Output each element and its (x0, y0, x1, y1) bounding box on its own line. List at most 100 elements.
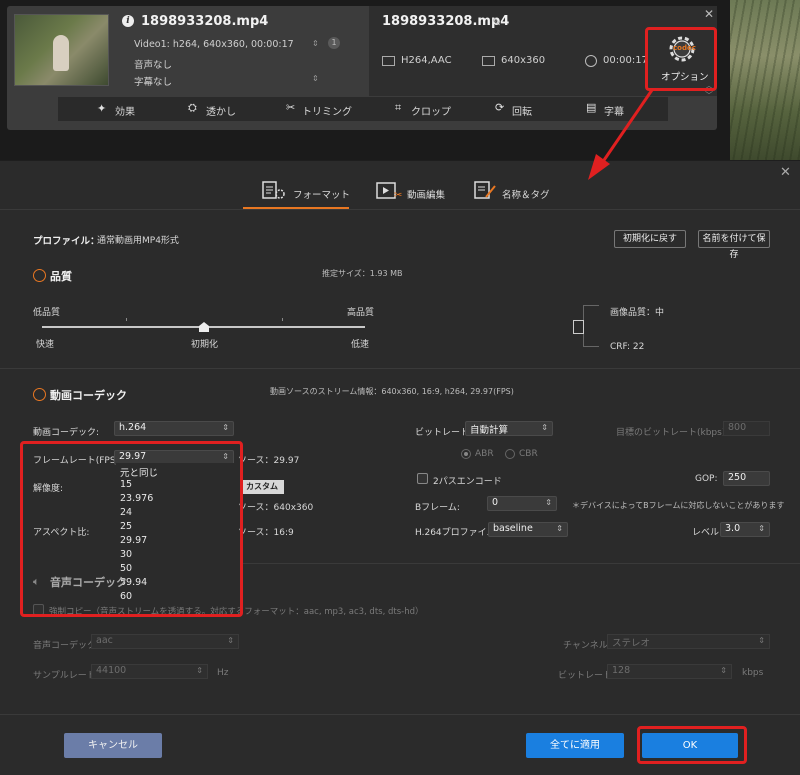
chevron-updown-icon: ⇕ (758, 636, 765, 645)
low-quality-label: 低品質 (33, 308, 61, 318)
level-select[interactable]: 3.0 ⇕ (720, 522, 770, 537)
target-bitrate-value: 800 (728, 422, 747, 433)
quality-title: 品質 (50, 270, 72, 283)
output-filename: 1898933208.mp4 (382, 14, 510, 29)
watermark-icon[interactable]: ⛭ (188, 101, 197, 115)
video-codec-label: 動画コーデック: (33, 428, 100, 438)
audio-bitrate-unit: kbps (742, 668, 764, 678)
toolbar-crop[interactable]: クロップ (411, 103, 451, 118)
chevron-updown-icon: ⇕ (196, 666, 203, 675)
video-codec-select[interactable]: h.264 ⇕ (114, 421, 234, 436)
track-count-badge: 1 (328, 37, 340, 49)
channel-label: チャンネル: (563, 641, 611, 651)
options-button-highlight[interactable] (645, 27, 717, 91)
target-bitrate-input[interactable]: 800 (723, 421, 770, 436)
audio-codec-value: aac (96, 635, 113, 646)
bframe-label: Bフレーム: (415, 503, 460, 513)
rotate-icon[interactable]: ⟳ (495, 101, 504, 114)
tab-video-edit[interactable]: 動画編集 (407, 187, 445, 201)
magic-wand-icon[interactable]: ✦ (97, 102, 106, 115)
cbr-label: CBR (519, 449, 538, 459)
annotation-arrow (588, 89, 654, 180)
chevron-updown-icon: ⇕ (758, 524, 765, 533)
aspect-source: ソース：16:9 (238, 528, 294, 538)
subtitle-track-info[interactable]: 字幕なし (134, 74, 172, 88)
source-filename: 1898933208.mp4 (141, 14, 269, 29)
chevron-updown-icon: ⇕ (541, 423, 548, 432)
chevron-updown-icon: ⇕ (222, 423, 229, 432)
quality-bracket (583, 305, 599, 347)
apply-all-button[interactable]: 全てに適用 (526, 733, 624, 758)
format-icon (262, 181, 286, 200)
tab-name-tags[interactable]: 名称＆タグ (502, 187, 550, 201)
chevron-updown-icon: ⇕ (545, 498, 552, 507)
video-codec-play-icon (33, 388, 46, 401)
h264-profile-label: H.264プロファイル: (415, 528, 499, 538)
audio-track-info: 音声なし (134, 60, 173, 71)
cancel-button[interactable]: キャンセル (64, 733, 162, 758)
profile-value: 通常動画用MP4形式 (97, 236, 179, 246)
video-thumbnail[interactable] (14, 14, 109, 86)
bframe-stepper[interactable]: 0 ⇕ (487, 496, 557, 511)
subtitle-stepper-icon[interactable]: ⇕ (312, 74, 319, 83)
video-track-info[interactable]: Video1: h264, 640x360, 00:00:17 (134, 39, 294, 50)
channel-value: ステレオ (612, 638, 651, 649)
footer-divider (0, 714, 800, 715)
target-bitrate-label: 目標のビットレート(kbps): (616, 428, 729, 438)
tab-format[interactable]: フォーマット (293, 187, 350, 201)
samplerate-select[interactable]: 44100 ⇕ (91, 664, 208, 679)
profile-label: プロファイル： (33, 236, 100, 247)
abr-radio[interactable] (461, 449, 471, 459)
custom-resolution-button[interactable]: カスタム (240, 480, 284, 494)
crf-value: CRF: 22 (610, 342, 645, 352)
h264-profile-select[interactable]: baseline ⇕ (488, 522, 568, 537)
audio-bitrate-value: 128 (612, 665, 631, 676)
chevron-updown-icon: ⇕ (556, 524, 563, 533)
edit-name-icon[interactable]: ✎ (492, 16, 501, 29)
audio-codec-label: 音声コーデック: (33, 641, 100, 651)
abr-label: ABR (475, 449, 494, 459)
video-format-icon (382, 56, 395, 66)
info-icon[interactable]: i (122, 15, 134, 27)
video-edit-icon: ✂ (376, 182, 404, 201)
audio-bitrate-select[interactable]: 128 ⇕ (607, 664, 732, 679)
video-codec-title: 動画コーデック (50, 389, 127, 402)
chevron-updown-icon: ⇕ (227, 636, 234, 645)
reset-button[interactable]: 初期化に戻す (614, 230, 686, 248)
output-codec: H264,AAC (401, 55, 452, 66)
twopass-checkbox[interactable] (417, 473, 428, 484)
resolution-source: ソース：640x360 (238, 503, 314, 513)
chevron-updown-icon: ⇕ (720, 666, 727, 675)
scissors-icon[interactable]: ✂ (286, 101, 295, 114)
video-codec-value: h.264 (119, 422, 147, 433)
scroll-down-icon[interactable]: ﹀ (705, 90, 713, 101)
toolbar-watermark[interactable]: 透かし (206, 103, 236, 118)
toolbar-effects[interactable]: 効果 (115, 103, 135, 118)
bframe-value: 0 (492, 497, 499, 508)
framerate-highlight-box (20, 441, 243, 617)
toolbar-rotate[interactable]: 回転 (512, 103, 532, 118)
video-track-stepper-icon[interactable]: ⇕ (312, 39, 319, 48)
image-quality: 画像品質：中 (610, 308, 665, 318)
h264-profile-value: baseline (493, 523, 533, 534)
twopass-label: 2パスエンコード (433, 477, 502, 487)
clock-icon (585, 55, 597, 67)
output-duration: 00:00:17 (603, 55, 648, 66)
bitrate-select[interactable]: 自動計算 ⇕ (465, 421, 553, 436)
dialog-close-icon[interactable]: ✕ (780, 165, 791, 180)
samplerate-value: 44100 (96, 665, 127, 676)
bitrate-label: ビットレート: (415, 428, 473, 438)
output-resolution: 640x360 (501, 55, 546, 66)
default-label: 初期化 (191, 340, 219, 350)
crop-icon[interactable]: ⌗ (395, 101, 401, 115)
gop-input[interactable]: 250 (723, 471, 770, 486)
toolbar-trim[interactable]: トリミング (302, 103, 352, 118)
remove-file-close-icon[interactable]: ✕ (704, 7, 714, 21)
gop-label: GOP: (695, 474, 718, 484)
high-quality-label: 高品質 (347, 308, 375, 318)
save-as-button[interactable]: 名前を付けて保存 (698, 230, 770, 260)
cbr-radio[interactable] (505, 449, 515, 459)
channel-select[interactable]: ステレオ ⇕ (607, 634, 770, 649)
audio-codec-select[interactable]: aac ⇕ (91, 634, 239, 649)
resolution-icon (482, 56, 495, 66)
